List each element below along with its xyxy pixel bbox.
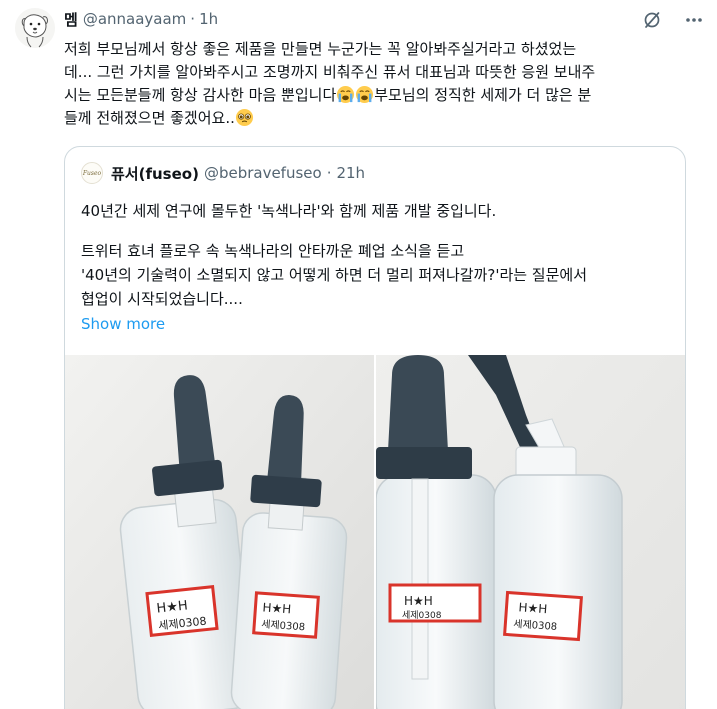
- bottle-label-text: H★H: [404, 594, 433, 608]
- tweet-text-segment: 들께 전해졌으면 좋겠어요..: [64, 109, 235, 127]
- tweet-text-line: 저희 부모님께서 항상 좋은 제품을 만들면 누군가는 꼭 알아봐주실거라고 하…: [64, 40, 577, 58]
- quoted-text-line: '40년의 기술력이 소멸되지 않고 어떻게 하면 더 멀리 퍼져나갈까?'라는…: [81, 266, 588, 284]
- tweet-text-line: 데... 그런 가치를 알아봐주시고 조명까지 비춰주신 퓨서 대표님과 따뜻한…: [64, 63, 596, 81]
- photo-opened-bottle[interactable]: H★H 세제0308 H★H 세제0308: [376, 355, 685, 709]
- tweet-text-line: 시는 모든분들께 항상 감사한 마음 뿐입니다 부모님의 정직한 세제가 더 많은…: [64, 84, 694, 107]
- quoted-timestamp[interactable]: 21h: [336, 164, 365, 182]
- quoted-tweet[interactable]: Fuseo 퓨서(fuseo) @bebravefuseo · 21h 40년간…: [64, 146, 686, 709]
- quoted-text-line: 40년간 세제 연구에 몰두한 '녹색나라'와 함께 제품 개발 중입니다.: [81, 202, 497, 220]
- bottle-label-text: H★H: [262, 600, 292, 616]
- user-handle[interactable]: @annaayaam: [83, 10, 186, 28]
- tweet-header: 멤 @annaayaam · 1h: [64, 8, 218, 30]
- tweet-text-segment: 부모님의 정직한 세제가 더 많은 분: [374, 86, 592, 104]
- avatar[interactable]: [15, 8, 55, 48]
- quoted-tweet-text: 40년간 세제 연구에 몰두한 '녹색나라'와 함께 제품 개발 중입니다. 트…: [81, 199, 671, 311]
- pleading-face-icon: [235, 108, 253, 127]
- separator-dot: ·: [326, 164, 332, 182]
- photo-dropper-bottles[interactable]: H★H 세제0308 H★H 세제0308: [65, 355, 374, 709]
- loudly-crying-face-icon: [337, 85, 355, 104]
- quoted-tweet-header: Fuseo 퓨서(fuseo) @bebravefuseo · 21h: [81, 161, 365, 185]
- fuseo-logo[interactable]: Fuseo: [81, 162, 103, 184]
- quoted-text-line: 협업이 시작되었습니다....: [81, 290, 243, 308]
- bottle-label-text: 세제0308: [402, 610, 442, 621]
- show-more-link[interactable]: Show more: [81, 315, 165, 333]
- tweet-actions-top: [641, 9, 705, 31]
- dropper-bottles-illustration: H★H 세제0308 H★H 세제0308: [65, 355, 374, 709]
- grok-icon[interactable]: [641, 9, 663, 31]
- quoted-user-handle[interactable]: @bebravefuseo: [204, 164, 322, 182]
- timestamp[interactable]: 1h: [199, 10, 218, 28]
- quoted-text-line: 트위터 효녀 플로우 속 녹색나라의 안타까운 폐업 소식을 듣고: [81, 242, 465, 260]
- tweet-text-line: 들께 전해졌으면 좋겠어요..: [64, 107, 694, 130]
- tweet-text-segment: 시는 모든분들께 항상 감사한 마음 뿐입니다: [64, 86, 337, 104]
- bottle-label-text: H★H: [518, 600, 548, 616]
- more-icon[interactable]: [683, 9, 705, 31]
- separator-dot: ·: [190, 10, 196, 28]
- dog-sketch-icon: [15, 8, 55, 48]
- display-name[interactable]: 멤: [64, 9, 78, 30]
- tweet[interactable]: 멤 @annaayaam · 1h 저희 부모님께서 항상 좋은 제품을 만들면…: [0, 0, 717, 709]
- quoted-display-name[interactable]: 퓨서(fuseo): [111, 163, 199, 184]
- tweet-text: 저희 부모님께서 항상 좋은 제품을 만들면 누군가는 꼭 알아봐주실거라고 하…: [64, 38, 694, 130]
- loudly-crying-face-icon: [356, 85, 374, 104]
- opened-bottle-illustration: H★H 세제0308 H★H 세제0308: [376, 355, 685, 709]
- fuseo-logo-text: Fuseo: [82, 169, 102, 177]
- media-grid: H★H 세제0308 H★H 세제0308 H★H 세제0308 H★H 세제0…: [65, 355, 685, 709]
